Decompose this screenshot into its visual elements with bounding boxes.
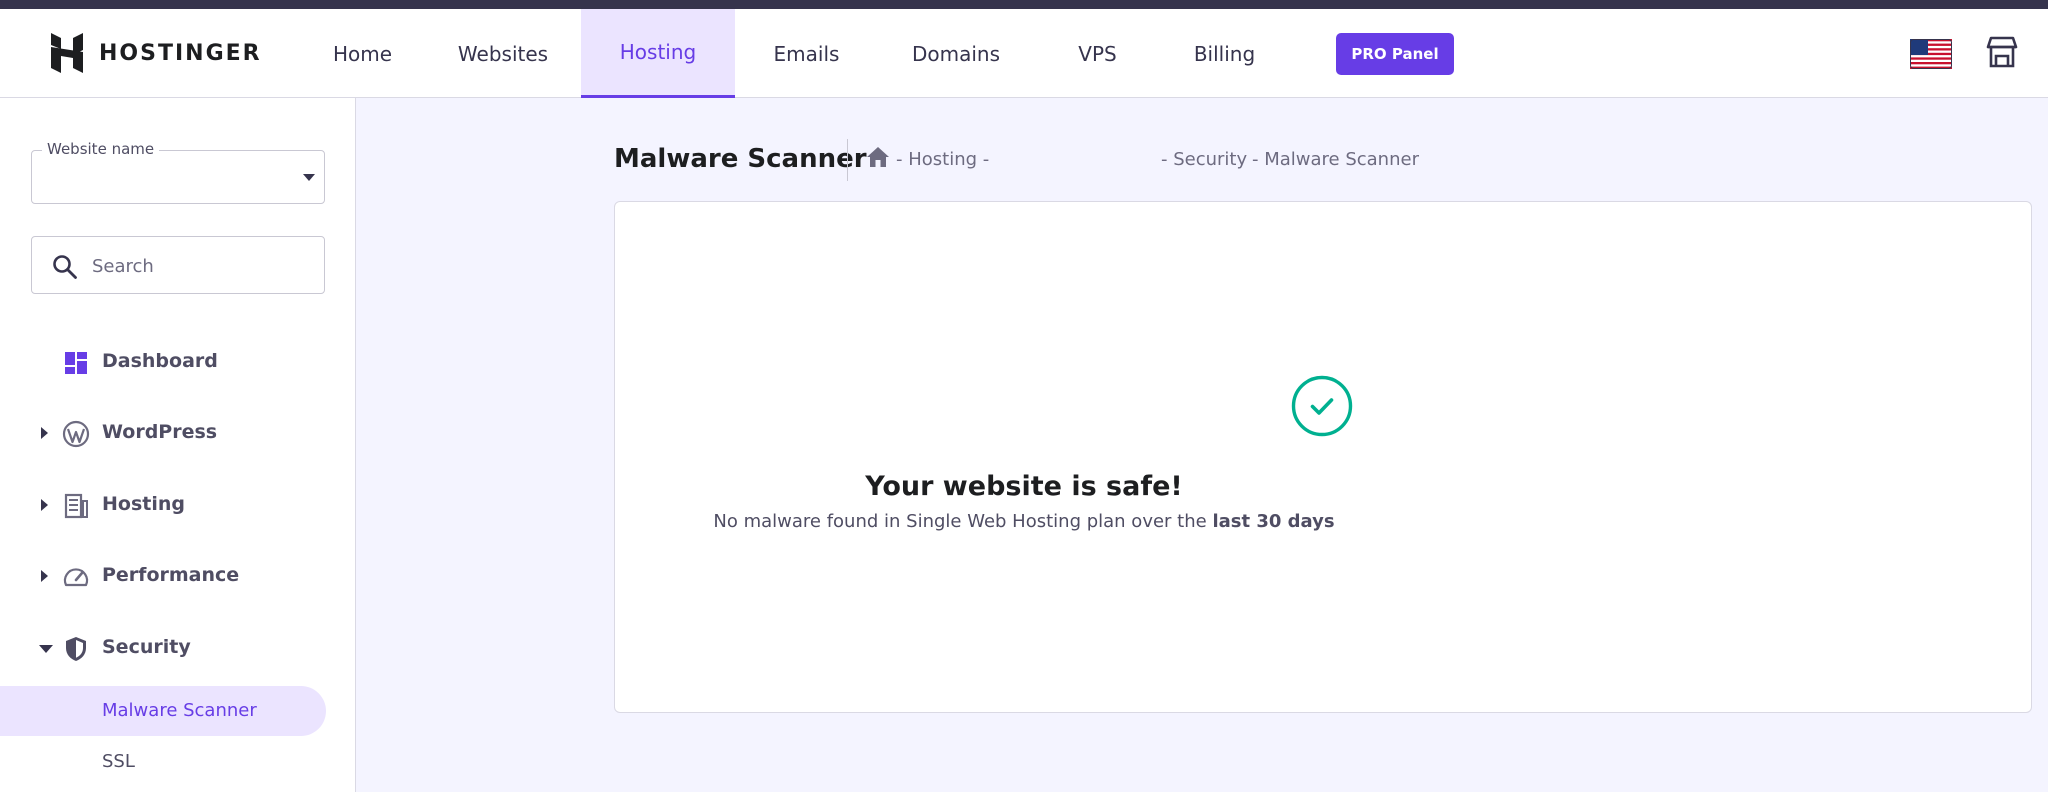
- sidebar-item-label: Dashboard: [102, 350, 218, 372]
- sidebar-item-security[interactable]: Security: [0, 626, 356, 670]
- nav-vps[interactable]: VPS: [1034, 9, 1161, 98]
- website-name-select[interactable]: Website name: [31, 140, 325, 204]
- search-input[interactable]: [90, 251, 314, 281]
- sidebar-subitem-label: SSL: [102, 751, 135, 772]
- website-name-label: Website name: [42, 140, 160, 158]
- nav-hosting[interactable]: Hosting: [581, 9, 735, 98]
- status-title: Your website is safe!: [865, 471, 1183, 502]
- top-strip: [0, 0, 2048, 9]
- chevron-right-icon: [41, 427, 48, 439]
- main-nav: Home Websites Hosting Emails Domains VPS…: [300, 9, 1288, 98]
- page-title: Malware Scanner: [614, 144, 867, 174]
- check-circle-icon: [1291, 375, 1353, 437]
- hostinger-logo-icon: [51, 33, 83, 73]
- malware-scan-card: [614, 201, 2032, 713]
- top-header: HOSTINGER Home Websites Hosting Emails D…: [0, 9, 2048, 98]
- breadcrumb-hosting[interactable]: - Hosting -: [896, 149, 989, 170]
- pro-panel-button[interactable]: PRO Panel: [1336, 33, 1454, 75]
- wordpress-icon: [62, 420, 90, 448]
- sidebar-item-label: Performance: [102, 564, 240, 586]
- search-icon: [53, 255, 77, 279]
- status-description-text: No malware found in Single Web Hosting p…: [713, 511, 1213, 532]
- nav-billing[interactable]: Billing: [1161, 9, 1288, 98]
- sidebar-item-dashboard[interactable]: Dashboard: [0, 340, 356, 384]
- sidebar-search[interactable]: [31, 236, 325, 294]
- us-flag-icon[interactable]: [1910, 39, 1952, 69]
- breadcrumb-current: - Malware Scanner: [1252, 149, 1419, 170]
- logo-text: HOSTINGER: [99, 40, 262, 66]
- title-divider: [847, 139, 848, 181]
- status-description-period: last 30 days: [1212, 511, 1335, 532]
- nav-domains[interactable]: Domains: [878, 9, 1034, 98]
- dashboard-icon: [65, 352, 87, 374]
- sidebar-item-wordpress[interactable]: WordPress: [0, 411, 356, 455]
- chevron-down-icon: [39, 645, 53, 653]
- nav-websites[interactable]: Websites: [425, 9, 581, 98]
- sidebar-item-performance[interactable]: Performance: [0, 554, 356, 598]
- sidebar-subitem-label: Malware Scanner: [102, 700, 257, 721]
- status-description: No malware found in Single Web Hosting p…: [0, 511, 2048, 532]
- sidebar-subitem-malware-scanner[interactable]: Malware Scanner: [0, 686, 326, 736]
- sidebar-subitem-ssl[interactable]: SSL: [0, 737, 326, 787]
- nav-emails[interactable]: Emails: [735, 9, 878, 98]
- security-shield-icon: [66, 637, 86, 661]
- chevron-right-icon: [41, 570, 48, 582]
- sidebar-item-label: WordPress: [102, 421, 218, 443]
- performance-icon: [63, 568, 89, 587]
- sidebar: Website name Dashboard WordPress: [0, 98, 356, 792]
- sidebar-item-label: Security: [102, 636, 191, 658]
- home-icon[interactable]: [866, 146, 890, 168]
- breadcrumb-security[interactable]: - Security: [1161, 149, 1247, 170]
- chevron-down-icon: [303, 174, 315, 181]
- hostinger-logo[interactable]: HOSTINGER: [49, 33, 262, 73]
- store-icon[interactable]: [1985, 35, 2019, 69]
- nav-home[interactable]: Home: [300, 9, 425, 98]
